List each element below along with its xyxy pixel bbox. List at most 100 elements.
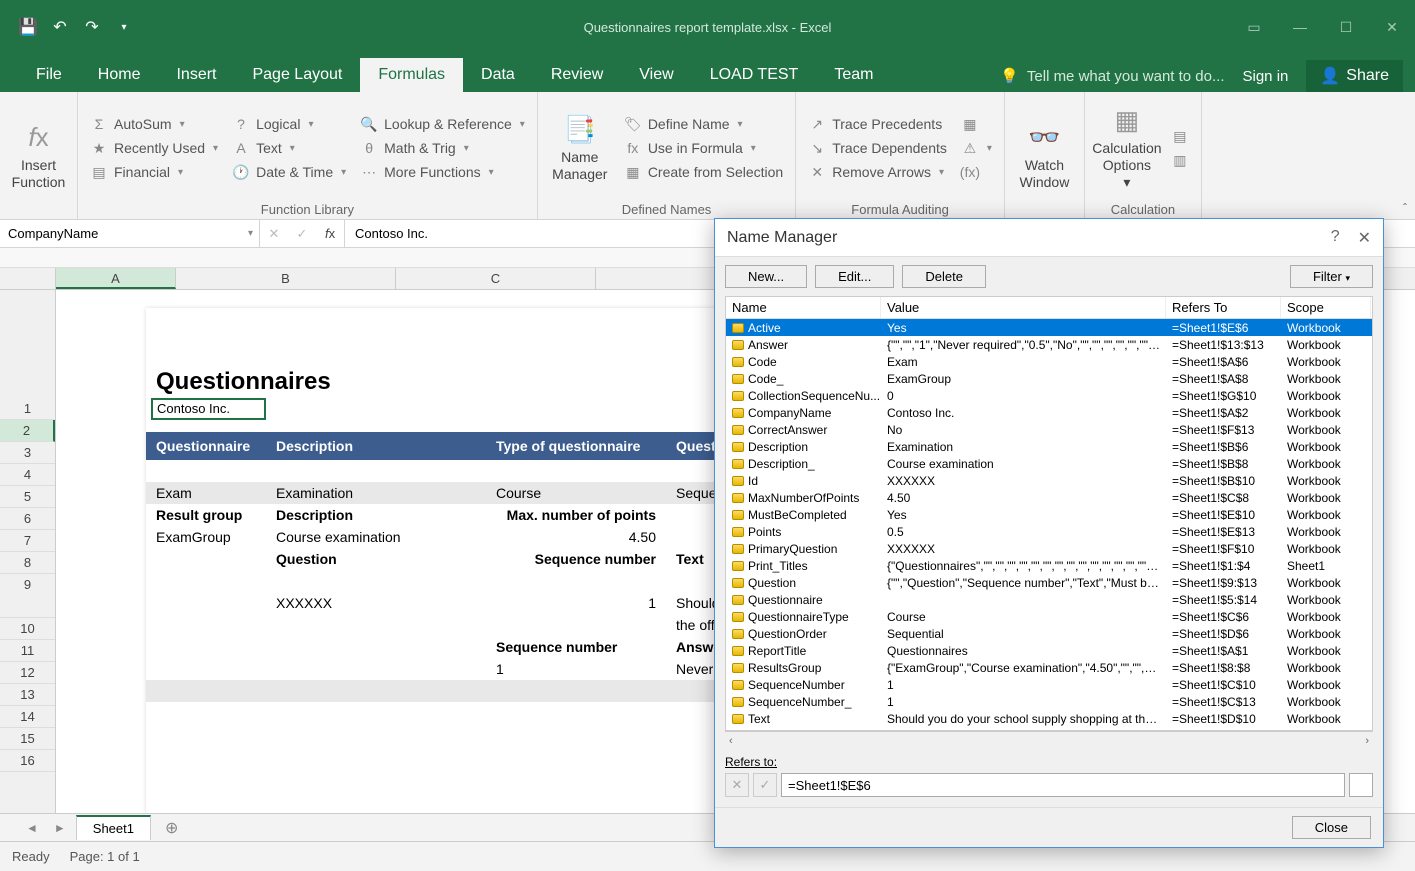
- ribbon-display-icon[interactable]: ▭: [1231, 12, 1277, 42]
- refers-to-input[interactable]: [781, 773, 1345, 797]
- math-trig-button[interactable]: θMath & Trig▾: [356, 137, 529, 159]
- refers-cancel-icon[interactable]: ✕: [725, 773, 749, 797]
- undo-icon[interactable]: ↶: [46, 13, 74, 41]
- close-icon[interactable]: ✕: [1369, 12, 1415, 42]
- logical-button[interactable]: ?Logical▾: [228, 113, 350, 135]
- name-row[interactable]: Questionnaire=Sheet1!$5:$14Workbook: [726, 591, 1372, 608]
- name-row[interactable]: CodeExam=Sheet1!$A$6Workbook: [726, 353, 1372, 370]
- more-functions-button[interactable]: ⋯More Functions▾: [356, 161, 529, 183]
- minimize-icon[interactable]: —: [1277, 12, 1323, 42]
- row-header[interactable]: 3: [0, 442, 55, 464]
- maximize-icon[interactable]: ☐: [1323, 12, 1369, 42]
- name-row[interactable]: QuestionOrderSequential=Sheet1!$D$6Workb…: [726, 625, 1372, 642]
- close-button[interactable]: Close: [1292, 816, 1371, 839]
- name-row[interactable]: CompanyNameContoso Inc.=Sheet1!$A$2Workb…: [726, 404, 1372, 421]
- error-checking-button[interactable]: ⚠▾: [957, 137, 996, 159]
- name-row[interactable]: Description_Course examination=Sheet1!$B…: [726, 455, 1372, 472]
- tab-formulas[interactable]: Formulas: [360, 58, 463, 92]
- tab-review[interactable]: Review: [533, 58, 621, 92]
- fx-icon[interactable]: fx: [316, 226, 344, 241]
- define-name-button[interactable]: 🏷Define Name▾: [620, 113, 787, 135]
- evaluate-formula-button[interactable]: (fx): [957, 161, 996, 183]
- trace-dependents-button[interactable]: ↘Trace Dependents: [804, 137, 951, 159]
- trace-precedents-button[interactable]: ↗Trace Precedents: [804, 113, 951, 135]
- horizontal-scrollbar[interactable]: ‹›: [725, 731, 1373, 749]
- row-header[interactable]: 12: [0, 662, 55, 684]
- row-header[interactable]: 9: [0, 574, 55, 618]
- qat-dropdown-icon[interactable]: ▾: [110, 13, 138, 41]
- tab-insert[interactable]: Insert: [158, 58, 234, 92]
- row-header[interactable]: 5: [0, 486, 55, 508]
- tell-me-search[interactable]: 💡Tell me what you want to do...: [1000, 67, 1224, 85]
- col-header-c[interactable]: C: [396, 268, 596, 289]
- tab-view[interactable]: View: [621, 58, 691, 92]
- date-time-button[interactable]: 🕐Date & Time▾: [228, 161, 350, 183]
- chevron-down-icon[interactable]: ▾: [248, 228, 253, 239]
- name-row[interactable]: IdXXXXXX=Sheet1!$B$10Workbook: [726, 472, 1372, 489]
- name-row[interactable]: Answer{"","","1","Never required","0.5",…: [726, 336, 1372, 353]
- calculation-options-button[interactable]: ▦Calculation Options▾: [1093, 96, 1161, 200]
- tab-team[interactable]: Team: [816, 58, 891, 92]
- share-button[interactable]: 👤Share: [1306, 60, 1403, 92]
- row-header[interactable]: 16: [0, 750, 55, 772]
- recently-used-button[interactable]: ★Recently Used▾: [86, 137, 222, 159]
- tab-file[interactable]: File: [18, 58, 80, 92]
- name-row[interactable]: CollectionSequenceNu...0=Sheet1!$G$10Wor…: [726, 387, 1372, 404]
- save-icon[interactable]: 💾: [14, 13, 42, 41]
- name-row[interactable]: DescriptionExamination=Sheet1!$B$6Workbo…: [726, 438, 1372, 455]
- calc-sheet-button[interactable]: ▥: [1167, 149, 1193, 171]
- sign-in-link[interactable]: Sign in: [1243, 68, 1289, 85]
- delete-button[interactable]: Delete: [902, 265, 986, 288]
- new-sheet-icon[interactable]: ⊕: [155, 818, 188, 838]
- name-row[interactable]: MaxNumberOfPoints4.50=Sheet1!$C$8Workboo…: [726, 489, 1372, 506]
- name-row[interactable]: MustBeCompletedYes=Sheet1!$E$10Workbook: [726, 506, 1372, 523]
- col-header-a[interactable]: A: [56, 268, 176, 289]
- row-header[interactable]: 8: [0, 552, 55, 574]
- insert-function-button[interactable]: fxInsert Function: [8, 96, 69, 217]
- row-header[interactable]: 1: [0, 398, 55, 420]
- remove-arrows-button[interactable]: ✕Remove Arrows▾: [804, 161, 951, 183]
- name-row[interactable]: PrimaryQuestionXXXXXX=Sheet1!$F$10Workbo…: [726, 540, 1372, 557]
- row-header[interactable]: 15: [0, 728, 55, 750]
- select-all-corner[interactable]: [0, 268, 56, 289]
- dialog-titlebar[interactable]: Name Manager ? ✕: [715, 219, 1383, 257]
- tab-load-test[interactable]: LOAD TEST: [692, 58, 817, 92]
- row-header[interactable]: 4: [0, 464, 55, 486]
- sheet-tab[interactable]: Sheet1: [76, 815, 151, 840]
- new-button[interactable]: New...: [725, 265, 807, 288]
- use-in-formula-button[interactable]: fxUse in Formula▾: [620, 137, 787, 159]
- enter-icon[interactable]: ✓: [288, 226, 316, 242]
- range-picker-icon[interactable]: [1349, 773, 1373, 797]
- tab-home[interactable]: Home: [80, 58, 159, 92]
- active-cell[interactable]: Contoso Inc.: [151, 398, 266, 420]
- help-icon[interactable]: ?: [1331, 228, 1340, 248]
- lookup-reference-button[interactable]: 🔍Lookup & Reference▾: [356, 113, 529, 135]
- name-row[interactable]: Text_Never required=Sheet1!$D$13Workbook: [726, 727, 1372, 731]
- names-list[interactable]: Name Value Refers To Scope ActiveYes=She…: [725, 296, 1373, 731]
- name-row[interactable]: ReportTitleQuestionnaires=Sheet1!$A$1Wor…: [726, 642, 1372, 659]
- redo-icon[interactable]: ↷: [78, 13, 106, 41]
- create-from-selection-button[interactable]: ▦Create from Selection: [620, 161, 787, 183]
- show-formulas-button[interactable]: ▦: [957, 113, 996, 135]
- close-icon[interactable]: ✕: [1358, 228, 1371, 248]
- row-header[interactable]: 6: [0, 508, 55, 530]
- name-row[interactable]: CorrectAnswerNo=Sheet1!$F$13Workbook: [726, 421, 1372, 438]
- name-row[interactable]: Points0.5=Sheet1!$E$13Workbook: [726, 523, 1372, 540]
- next-sheet-icon[interactable]: ►: [48, 821, 72, 835]
- name-manager-button[interactable]: 📑Name Manager: [546, 96, 614, 200]
- row-header[interactable]: 7: [0, 530, 55, 552]
- collapse-ribbon-icon[interactable]: ˆ: [1403, 201, 1407, 215]
- autosum-button[interactable]: ΣAutoSum▾: [86, 113, 222, 135]
- name-row[interactable]: SequenceNumber_1=Sheet1!$C$13Workbook: [726, 693, 1372, 710]
- refers-accept-icon[interactable]: ✓: [753, 773, 777, 797]
- calc-now-button[interactable]: ▤: [1167, 125, 1193, 147]
- name-row[interactable]: Question{"","Question","Sequence number"…: [726, 574, 1372, 591]
- prev-sheet-icon[interactable]: ◄: [20, 821, 44, 835]
- tab-data[interactable]: Data: [463, 58, 533, 92]
- cancel-icon[interactable]: ✕: [260, 226, 288, 242]
- name-box[interactable]: CompanyName▾: [0, 220, 260, 247]
- filter-button[interactable]: Filter ▾: [1290, 265, 1373, 288]
- financial-button[interactable]: ▤Financial▾: [86, 161, 222, 183]
- name-row[interactable]: ResultsGroup{"ExamGroup","Course examina…: [726, 659, 1372, 676]
- name-row[interactable]: Code_ExamGroup=Sheet1!$A$8Workbook: [726, 370, 1372, 387]
